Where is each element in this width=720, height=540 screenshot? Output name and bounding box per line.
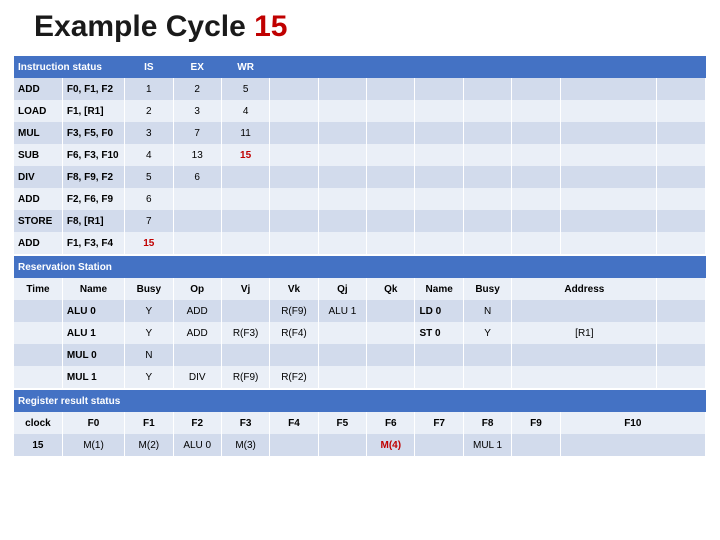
instruction-row: DIVF8, F9, F256 <box>14 166 706 188</box>
slide-title: Example Cycle 15 <box>34 10 706 44</box>
reservation-row: ALU 0YADDR(F9)ALU 1LD 0N <box>14 300 706 322</box>
reservation-row: MUL 0N <box>14 344 706 366</box>
instruction-row: STOREF8, [R1]7 <box>14 210 706 232</box>
instruction-row: ADDF2, F6, F96 <box>14 188 706 210</box>
reservation-row: MUL 1YDIVR(F9)R(F2) <box>14 366 706 389</box>
main-table: Instruction statusISEXWRADDF0, F1, F2125… <box>14 54 706 456</box>
register-result-header: Register result status <box>14 389 706 412</box>
instruction-status-header: Instruction status <box>14 55 125 78</box>
instruction-row: ADDF0, F1, F2125 <box>14 78 706 100</box>
instruction-row: MULF3, F5, F03711 <box>14 122 706 144</box>
reservation-row: ALU 1YADDR(F3)R(F4)ST 0Y[R1] <box>14 322 706 344</box>
instruction-row: ADDF1, F3, F415 <box>14 232 706 255</box>
title-prefix: Example Cycle <box>34 10 254 43</box>
title-accent: 15 <box>254 10 287 43</box>
instruction-row: LOADF1, [R1]234 <box>14 100 706 122</box>
instruction-row: SUBF6, F3, F1041315 <box>14 144 706 166</box>
reservation-station-header: Reservation Station <box>14 255 706 278</box>
register-row: 15M(1)M(2)ALU 0M(3)M(4)MUL 1 <box>14 434 706 456</box>
